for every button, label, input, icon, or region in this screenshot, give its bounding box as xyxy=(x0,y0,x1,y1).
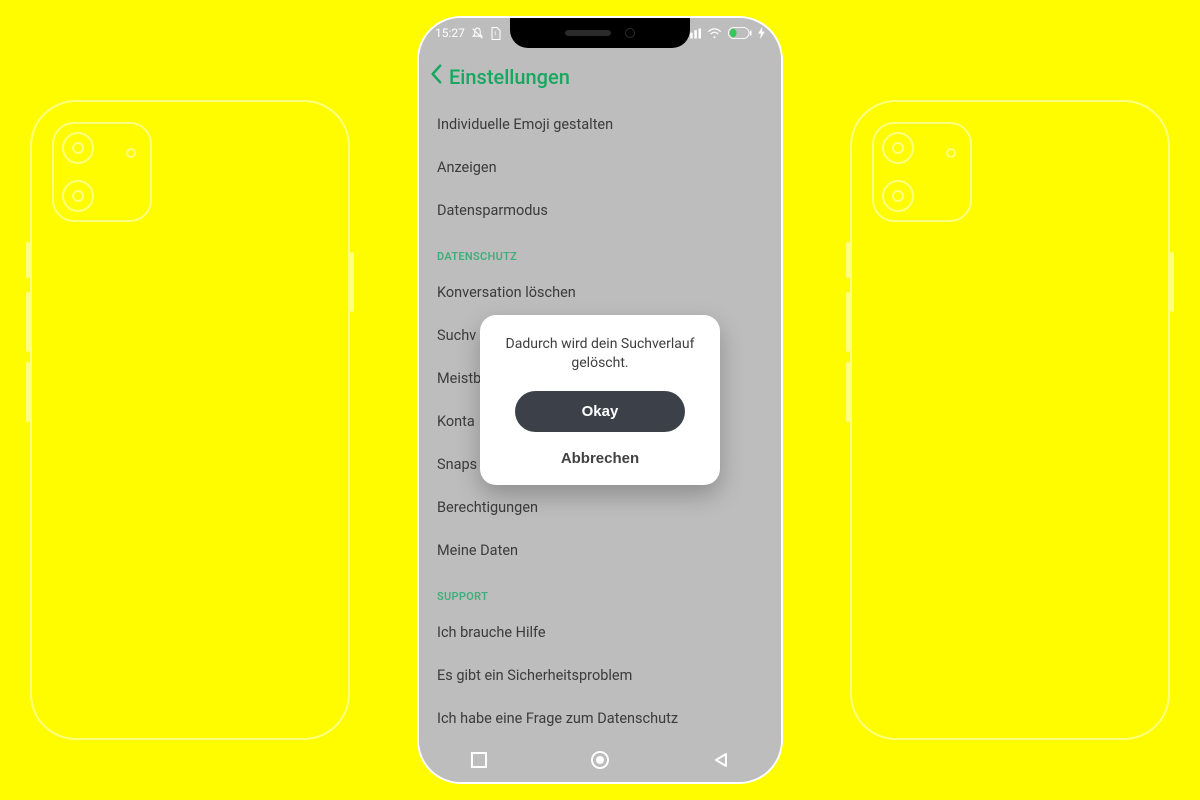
confirm-button[interactable]: Okay xyxy=(515,391,685,432)
confirm-dialog: Dadurch wird dein Suchverlauf gelöscht. … xyxy=(480,315,720,485)
settings-screen: Einstellungen Individuelle Emoji gestalt… xyxy=(419,18,781,782)
dialog-message: Dadurch wird dein Suchverlauf gelöscht. xyxy=(498,335,702,373)
decorative-phone-right xyxy=(850,100,1170,740)
decorative-phone-left xyxy=(30,100,350,740)
dialog-scrim: Dadurch wird dein Suchverlauf gelöscht. … xyxy=(419,18,781,782)
cancel-button[interactable]: Abbrechen xyxy=(498,444,702,469)
